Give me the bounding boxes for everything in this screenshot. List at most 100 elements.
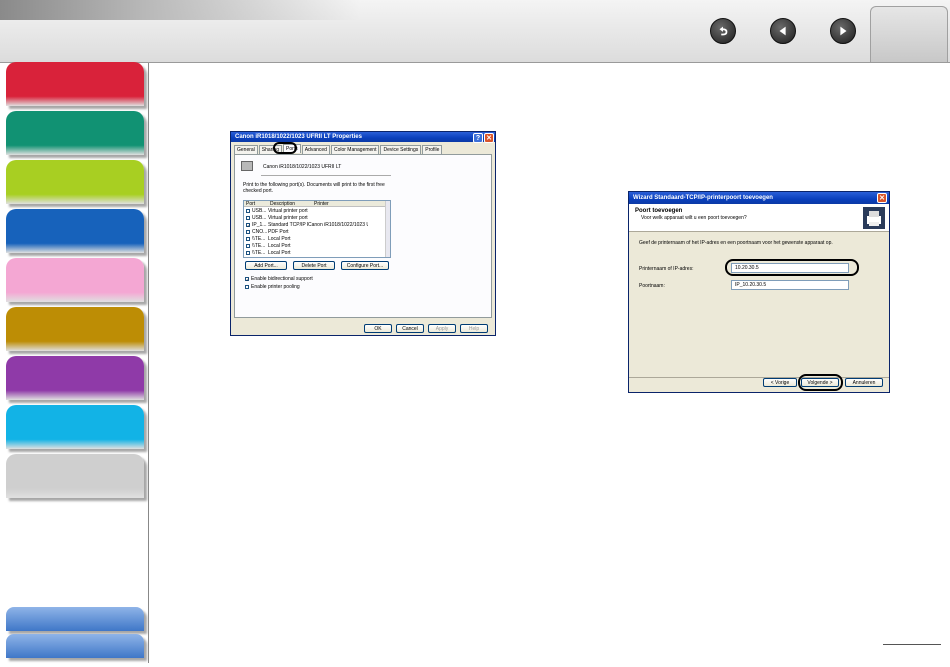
cancel-button[interactable]: Cancel: [396, 324, 424, 333]
port-name: USB...: [252, 214, 267, 221]
tab-color-management[interactable]: Color Management: [330, 145, 380, 154]
printer-properties-dialog: Canon iR1018/1022/1023 UFRII LT Properti…: [230, 131, 496, 336]
wizard-titlebar: Wizard Standaard-TCP/IP-printerpoort toe…: [629, 192, 889, 204]
help-title-icon[interactable]: ?: [473, 133, 483, 143]
help-button[interactable]: Help: [460, 324, 488, 333]
previous-page-icon[interactable]: [770, 18, 796, 44]
ports-list[interactable]: Port Description Printer USB... Virtual p…: [243, 200, 391, 258]
port-row[interactable]: USB...Virtual printer port fo...: [244, 207, 390, 214]
sidebar-bottom-tab-2[interactable]: [6, 634, 144, 658]
sidebar-bottom-tab-1[interactable]: [6, 607, 144, 631]
port-row[interactable]: ✓IP_1...Standard TCP/IP PortCanon iR1018…: [244, 221, 390, 228]
port-description: PDF Port: [268, 228, 289, 235]
port-name: USB...: [252, 207, 267, 214]
next-button-highlight: [798, 374, 843, 391]
add-port-button[interactable]: Add Port...: [245, 261, 287, 270]
sidebar-tab-purple[interactable]: [6, 356, 144, 400]
port-description: Local Port: [268, 235, 291, 242]
sidebar-tab-pink[interactable]: [6, 258, 144, 302]
port-description: Local Port: [268, 242, 291, 249]
wizard-heading: Poort toevoegen: [635, 208, 683, 214]
sidebar-tab-blue[interactable]: [6, 209, 144, 253]
printer-network-icon: [863, 207, 885, 229]
port-row[interactable]: USB...Virtual printer port fo...: [244, 214, 390, 221]
port-name-input[interactable]: IP_10.20.30.5: [731, 280, 849, 290]
back-button[interactable]: < Vorige: [763, 378, 797, 387]
ports-tab-highlight: [273, 142, 297, 154]
port-name: IP_1...: [252, 221, 267, 228]
column-printer[interactable]: Printer: [312, 201, 372, 207]
top-header-bar: [0, 0, 950, 63]
bidirectional-checkbox-row[interactable]: ✓ Enable bidirectional support: [243, 276, 313, 282]
pooling-checkbox-row[interactable]: Enable printer pooling: [243, 284, 300, 290]
printer-name-label: Canon iR1018/1022/1023 UFRII LT: [263, 164, 342, 170]
port-row[interactable]: \\TE... Local Port: [244, 242, 390, 249]
properties-titlebar: Canon iR1018/1022/1023 UFRII LT Properti…: [231, 132, 495, 142]
port-checkbox[interactable]: [246, 243, 250, 248]
port-name: \\TE...: [252, 249, 266, 256]
ok-button[interactable]: OK: [364, 324, 392, 333]
wizard-subheading: Voor welk apparaat wilt u een poort toev…: [641, 215, 747, 221]
port-description: Standard TCP/IP Port: [268, 221, 308, 228]
port-row[interactable]: CNO... PDF Port: [244, 228, 390, 235]
port-checkbox[interactable]: [246, 250, 250, 255]
separator: [261, 175, 391, 176]
back-return-icon[interactable]: [710, 18, 736, 44]
port-checkbox[interactable]: [246, 229, 250, 234]
close-icon[interactable]: ✕: [484, 133, 494, 143]
printer-icon: [241, 161, 253, 171]
sidebar-divider: [148, 63, 149, 663]
port-checkbox[interactable]: [246, 208, 250, 213]
port-name-field-label: Poortnaam:: [639, 283, 665, 289]
pooling-label: Enable printer pooling: [251, 284, 300, 290]
port-checkbox[interactable]: ✓: [246, 222, 250, 227]
tab-general[interactable]: General: [234, 145, 258, 154]
sidebar-tab-cyan[interactable]: [6, 405, 144, 449]
wizard-instruction: Geef de printernaam of het IP-adres en e…: [639, 240, 833, 246]
tab-device-settings[interactable]: Device Settings: [380, 145, 422, 154]
port-checkbox[interactable]: [246, 236, 250, 241]
apply-button[interactable]: Apply: [428, 324, 456, 333]
sidebar-tab-lime[interactable]: [6, 160, 144, 204]
ports-instructions: Print to the following port(s). Document…: [243, 182, 385, 194]
port-checkbox[interactable]: [246, 215, 250, 220]
delete-port-button[interactable]: Delete Port: [293, 261, 335, 270]
bidirectional-checkbox[interactable]: ✓: [245, 277, 249, 282]
properties-tabs: General Sharing Ports Advanced Color Man…: [231, 142, 495, 154]
printer-name-highlight: [725, 259, 859, 276]
wizard-body: Geef de printernaam of het IP-adres en e…: [629, 232, 889, 378]
ports-tab-panel: Canon iR1018/1022/1023 UFRII LT Print to…: [234, 154, 492, 318]
wizard-header: Poort toevoegen Voor welk apparaat wilt …: [629, 204, 889, 232]
next-page-icon[interactable]: [830, 18, 856, 44]
printer-name-field-label: Printernaam of IP-adres:: [639, 266, 694, 272]
tab-profile[interactable]: Profile: [422, 145, 443, 154]
port-row[interactable]: \\TE... Local Port: [244, 249, 390, 256]
bidirectional-label: Enable bidirectional support: [251, 276, 313, 282]
footer-rule: [883, 644, 941, 645]
header-stripe: [0, 0, 360, 20]
port-name: CNO...: [252, 228, 268, 235]
sidebar-tab-green[interactable]: [6, 111, 144, 155]
wizard-cancel-button[interactable]: Annuleren: [845, 378, 883, 387]
port-description: Local Port: [268, 249, 291, 256]
tcpip-port-wizard-dialog: Wizard Standaard-TCP/IP-printerpoort toe…: [628, 191, 890, 393]
column-description[interactable]: Description: [268, 201, 312, 207]
column-port[interactable]: Port: [244, 201, 268, 207]
port-name: \\TE...: [252, 242, 266, 249]
port-name: \\TE...: [252, 235, 266, 242]
sidebar-tab-gray[interactable]: [6, 454, 144, 498]
ports-scrollbar[interactable]: [385, 201, 390, 257]
wizard-close-icon[interactable]: ✕: [877, 193, 887, 203]
wizard-title: Wizard Standaard-TCP/IP-printerpoort toe…: [633, 195, 773, 201]
port-description: Virtual printer port fo...: [268, 207, 308, 214]
sidebar-tab-gold[interactable]: [6, 307, 144, 351]
port-printer: Canon iR1018/1022/1023 UFRII LT...: [308, 221, 368, 228]
tab-advanced[interactable]: Advanced: [301, 145, 330, 154]
properties-title: Canon iR1018/1022/1023 UFRII LT Properti…: [235, 134, 362, 140]
corner-tab[interactable]: [870, 6, 948, 62]
port-row[interactable]: \\TE... Local Port: [244, 235, 390, 242]
sidebar-tab-red[interactable]: [6, 62, 144, 106]
configure-port-button[interactable]: Configure Port...: [341, 261, 389, 270]
pooling-checkbox[interactable]: [245, 285, 249, 289]
port-description: Virtual printer port fo...: [268, 214, 308, 221]
